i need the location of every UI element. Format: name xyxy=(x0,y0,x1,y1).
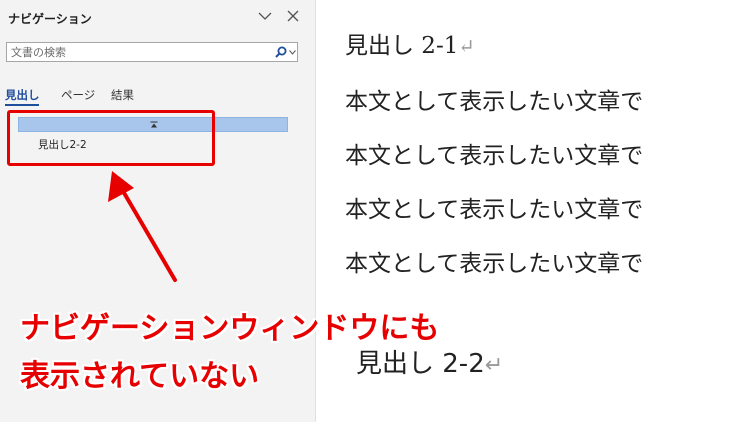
pointer-arrow-icon xyxy=(108,171,177,282)
navigation-pane-title: ナビゲーション xyxy=(8,12,92,26)
paragraph-mark-icon: ↵ xyxy=(484,352,504,378)
body-line: 本文として表示したい文章で xyxy=(345,89,644,115)
active-tab-indicator xyxy=(5,104,39,106)
body-line: 本文として表示したい文章で xyxy=(345,197,644,223)
annotation-line-2: 表示されていない xyxy=(20,359,260,394)
close-icon[interactable] xyxy=(287,10,299,22)
highlight-box xyxy=(7,110,215,166)
document-heading-2-1: 見出し 2-1↵ xyxy=(345,33,475,59)
paragraph-mark-icon: ↵ xyxy=(458,35,475,58)
search-input[interactable] xyxy=(11,43,265,61)
search-icon[interactable] xyxy=(275,46,287,58)
tab-results[interactable]: 結果 xyxy=(111,87,134,103)
annotation-line-1: ナビゲーションウィンドウにも xyxy=(20,311,440,346)
search-box xyxy=(6,42,298,62)
dropdown-arrow-icon[interactable] xyxy=(289,50,296,55)
body-line: 本文として表示したい文章で xyxy=(345,251,644,277)
document-heading-2-2: 見出し 2-2↵ xyxy=(356,349,504,379)
body-line: 本文として表示したい文章で xyxy=(345,143,644,169)
tab-pages[interactable]: ページ xyxy=(61,87,95,103)
tab-headings[interactable]: 見出し xyxy=(5,87,40,103)
chevron-down-icon[interactable] xyxy=(258,11,272,21)
